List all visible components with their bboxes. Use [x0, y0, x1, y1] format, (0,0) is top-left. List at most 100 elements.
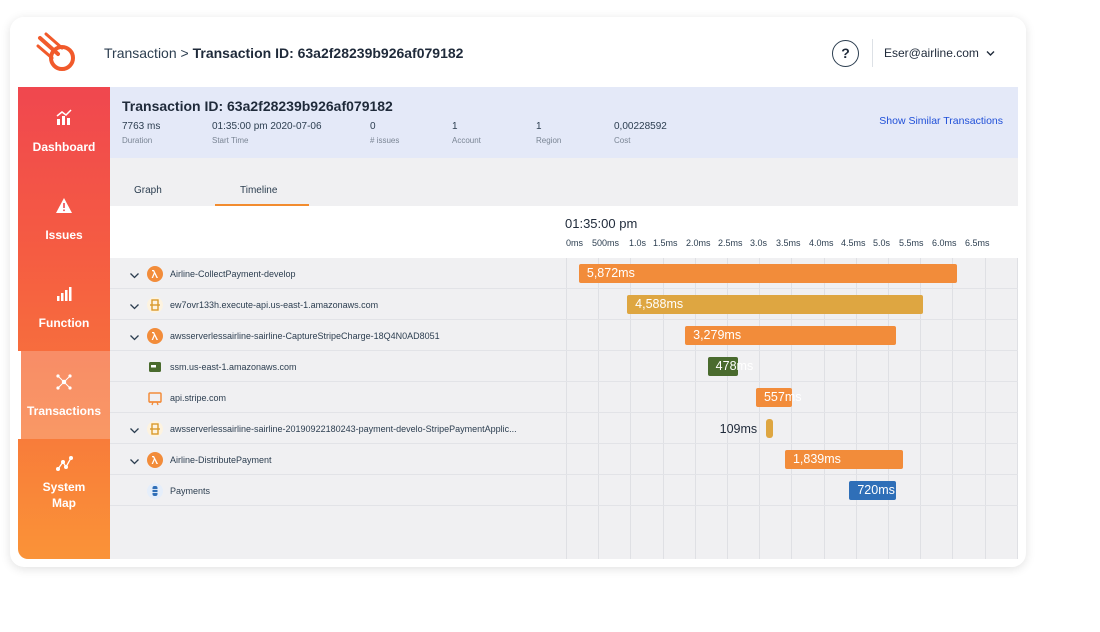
- sidebar-item-transactions[interactable]: Transactions: [18, 351, 110, 439]
- stat-label: # issues: [370, 136, 400, 145]
- dynamodb-icon: [147, 483, 163, 499]
- timeline-tick: 2.5ms: [718, 238, 743, 248]
- warning-icon: [56, 198, 72, 213]
- breadcrumb-current: Transaction ID: 63a2f28239b926af079182: [192, 45, 464, 61]
- timeline-bar[interactable]: 557ms: [755, 388, 802, 407]
- timeline-rows: Airline-CollectPayment-develop 5,872ms ew7…: [110, 258, 1018, 559]
- chevron-down-icon[interactable]: [129, 454, 140, 465]
- ssm-icon: [147, 359, 163, 375]
- sidebar-item-function[interactable]: Function: [18, 263, 110, 351]
- lambda-icon: [147, 266, 163, 282]
- chevron-down-icon[interactable]: [129, 268, 140, 279]
- header-divider: [872, 39, 873, 67]
- sidebar: Dashboard Issues Function Transactions S…: [18, 87, 110, 559]
- stat-label: Duration: [122, 136, 153, 145]
- chevron-down-icon: [986, 51, 995, 57]
- lambda-icon: [147, 452, 163, 468]
- tab-graph[interactable]: Graph: [134, 185, 162, 196]
- map-icon: [56, 456, 73, 471]
- breadcrumb-root[interactable]: Transaction: [104, 45, 177, 61]
- main-panel: Transaction ID: 63a2f28239b926af079182 7…: [110, 87, 1018, 559]
- timeline-tick: 6.0ms: [932, 238, 957, 248]
- row-name: awsserverlessairline-sairline-2019092218…: [170, 424, 517, 434]
- stat-value: 1: [452, 121, 458, 132]
- timeline-header: 01:35:00 pm 0ms 500ms 1.0s 1.5ms 2.0ms 2.5ms 3…: [110, 206, 1018, 258]
- help-button[interactable]: ?: [832, 40, 859, 67]
- stat-duration: 7763 ms Duration: [122, 121, 160, 145]
- table-row[interactable]: awsserverlessairline-sairline-2019092218…: [110, 414, 1018, 444]
- table-row[interactable]: Airline-CollectPayment-develop 5,872ms: [110, 259, 1018, 289]
- row-name: ew7ovr133h.execute-api.us-east-1.amazona…: [170, 300, 379, 310]
- bars-icon: [57, 287, 72, 301]
- stat-cost: 0,00228592 Cost: [614, 121, 667, 145]
- breadcrumb-separator: >: [180, 45, 189, 61]
- timeline-tick: 3.5ms: [776, 238, 801, 248]
- timeline-bar[interactable]: 478ms: [707, 357, 753, 376]
- sidebar-item-label: System Map: [42, 480, 86, 510]
- sidebar-item-label: Function: [38, 316, 90, 330]
- timeline-tick: 0ms: [566, 238, 584, 248]
- stat-value: 1: [536, 121, 542, 132]
- user-menu[interactable]: Eser@airline.com: [884, 46, 995, 60]
- user-email: Eser@airline.com: [884, 46, 979, 60]
- timeline-bar[interactable]: 5,872ms: [578, 264, 958, 283]
- row-name: Payments: [170, 486, 211, 496]
- sidebar-item-issues[interactable]: Issues: [18, 175, 110, 263]
- timeline-tick: 2.0ms: [686, 238, 711, 248]
- timeline-tick: 4.5ms: [841, 238, 866, 248]
- stat-account: 1 Account: [452, 121, 481, 145]
- chevron-down-icon[interactable]: [129, 330, 140, 341]
- tab-timeline[interactable]: Timeline: [240, 185, 277, 196]
- row-name: awsserverlessairline-sairline-CaptureStr…: [170, 331, 440, 341]
- sidebar-item-label: Issues: [45, 228, 83, 242]
- breadcrumb: Transaction > Transaction ID: 63a2f28239…: [104, 45, 463, 61]
- timeline-start-time: 01:35:00 pm: [565, 216, 638, 231]
- stat-region: 1 Region: [536, 121, 561, 145]
- table-row[interactable]: api.stripe.com 557ms: [110, 383, 1018, 413]
- bar-duration-label: 109ms: [719, 422, 758, 436]
- timeline-bar[interactable]: 3,279ms: [685, 326, 897, 345]
- lambda-icon: [147, 328, 163, 344]
- sidebar-item-system-map[interactable]: System Map: [18, 439, 110, 527]
- transaction-summary: Transaction ID: 63a2f28239b926af079182 7…: [110, 87, 1018, 158]
- timeline-tick: 5.5ms: [899, 238, 924, 248]
- chart-icon: [56, 109, 72, 125]
- chevron-down-icon[interactable]: [129, 423, 140, 434]
- table-row[interactable]: ew7ovr133h.execute-api.us-east-1.amazona…: [110, 290, 1018, 320]
- stat-start-time: 01:35:00 pm 2020-07-06 Start Time: [212, 121, 322, 145]
- chevron-down-icon[interactable]: [129, 299, 140, 310]
- http-icon: [147, 390, 163, 406]
- row-name: api.stripe.com: [170, 393, 227, 403]
- stat-value: 7763 ms: [122, 121, 161, 132]
- stat-value: 0: [370, 121, 376, 132]
- timeline-tick: 1.0s: [629, 238, 647, 248]
- view-tabs: Graph Timeline: [110, 158, 1018, 206]
- sidebar-item-label: Dashboard: [32, 140, 96, 154]
- stat-label: Region: [536, 136, 562, 145]
- timeline-bar[interactable]: 4,588ms: [627, 295, 923, 314]
- table-row[interactable]: awsserverlessairline-sairline-CaptureStr…: [110, 321, 1018, 351]
- row-name: ssm.us-east-1.amazonaws.com: [170, 362, 297, 372]
- table-row[interactable]: Airline-DistributePayment 1,839ms: [110, 445, 1018, 475]
- stat-issues: 0 # issues: [370, 121, 399, 145]
- row-name: Airline-DistributePayment: [170, 455, 272, 465]
- table-row[interactable]: ssm.us-east-1.amazonaws.com 478ms: [110, 352, 1018, 382]
- timeline-bar[interactable]: 720ms: [849, 481, 896, 500]
- show-similar-transactions-link[interactable]: Show Similar Transactions: [879, 115, 1003, 127]
- timeline-tick: 1.5ms: [653, 238, 678, 248]
- row-name: Airline-CollectPayment-develop: [170, 269, 296, 279]
- timeline-tick: 5.0s: [873, 238, 891, 248]
- sidebar-item-label: Transactions: [26, 404, 102, 418]
- timeline-bar[interactable]: [765, 419, 773, 438]
- stat-label: Start Time: [212, 136, 249, 145]
- stat-value: 0,00228592: [614, 121, 667, 132]
- timeline-bar[interactable]: 1,839ms: [784, 450, 904, 469]
- sidebar-item-dashboard[interactable]: Dashboard: [18, 87, 110, 175]
- app-window: Transaction > Transaction ID: 63a2f28239…: [10, 17, 1026, 567]
- thundra-logo-icon[interactable]: [36, 32, 80, 74]
- timeline-tick: 3.0s: [750, 238, 768, 248]
- timeline-tick: 4.0ms: [809, 238, 834, 248]
- table-row[interactable]: Payments 720ms: [110, 476, 1018, 506]
- timeline-tick: 500ms: [592, 238, 620, 248]
- summary-title: Transaction ID: 63a2f28239b926af079182: [122, 98, 393, 114]
